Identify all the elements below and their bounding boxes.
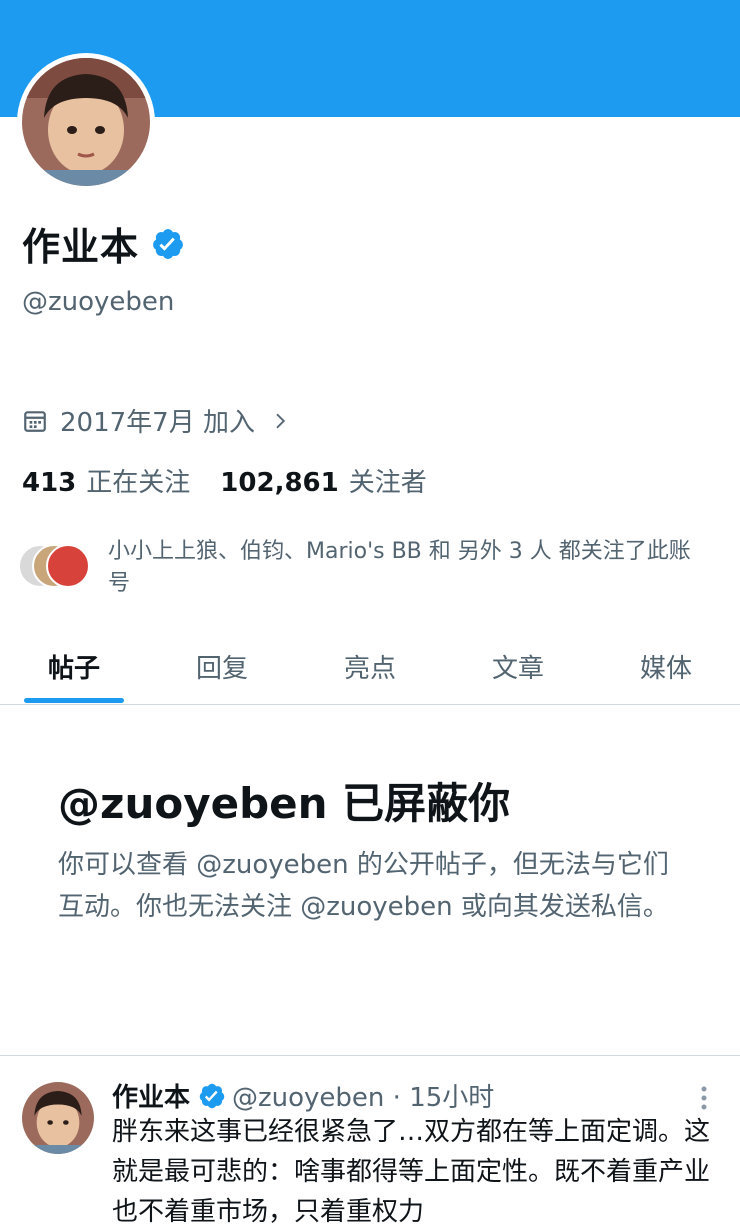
following-label: 正在关注 <box>86 468 191 498</box>
joined-text: 2017年7月 加入 <box>60 408 255 438</box>
mutual-follower-avatar <box>46 544 90 588</box>
following-count-link[interactable]: 413 正在关注 <box>22 462 190 499</box>
followers-you-know[interactable]: 小小上上狼、伯钧、Mario's BB 和 另外 3 人 都关注了此账号 <box>18 536 708 600</box>
more-vertical-icon[interactable] <box>694 1084 714 1112</box>
tab-posts[interactable]: 帖子 <box>0 628 148 704</box>
blocked-description: 你可以查看 @zuoyeben 的公开帖子，但无法与它们互动。你也无法关注 @z… <box>58 850 669 922</box>
tab-articles[interactable]: 文章 <box>444 628 592 704</box>
following-count: 413 <box>22 468 77 498</box>
tweet-header: 作业本 @zuoyeben · 15小时 <box>112 1077 494 1114</box>
profile-display-name: 作业本 <box>22 225 140 269</box>
followers-count: 102,861 <box>220 468 339 498</box>
chevron-right-icon <box>276 413 286 428</box>
verified-badge-icon[interactable] <box>151 227 185 261</box>
joined-date[interactable]: 2017年7月 加入 <box>22 402 289 439</box>
tweet-text[interactable]: 胖东来这事已经很紧急了…双方都在等上面定调。这就是最可悲的：啥事都得等上面定性。… <box>112 1112 724 1232</box>
blocked-title: @zuoyeben 已屏蔽你 <box>58 779 511 828</box>
profile-tabs: 帖子 回复 亮点 文章 媒体 <box>0 628 740 705</box>
divider <box>0 1055 740 1056</box>
followers-count-link[interactable]: 102,861 关注者 <box>220 462 426 499</box>
tab-highlights[interactable]: 亮点 <box>296 628 444 704</box>
followers-you-know-text: 小小上上狼、伯钧、Mario's BB 和 另外 3 人 都关注了此账号 <box>108 539 691 596</box>
followers-you-know-avatars <box>18 544 90 592</box>
calendar-icon <box>24 410 46 432</box>
tweet-author-name[interactable]: 作业本 <box>112 1077 190 1114</box>
tweet-handle-time: @zuoyeben · 15小时 <box>232 1083 495 1113</box>
active-tab-indicator <box>24 698 124 703</box>
tab-replies[interactable]: 回复 <box>148 628 296 704</box>
verified-badge-icon <box>199 1083 225 1108</box>
profile-avatar[interactable] <box>17 53 155 191</box>
tweet-avatar[interactable] <box>22 1082 94 1154</box>
profile-handle: @zuoyeben <box>22 287 175 317</box>
followers-label: 关注者 <box>348 468 427 498</box>
tab-media[interactable]: 媒体 <box>592 628 740 704</box>
